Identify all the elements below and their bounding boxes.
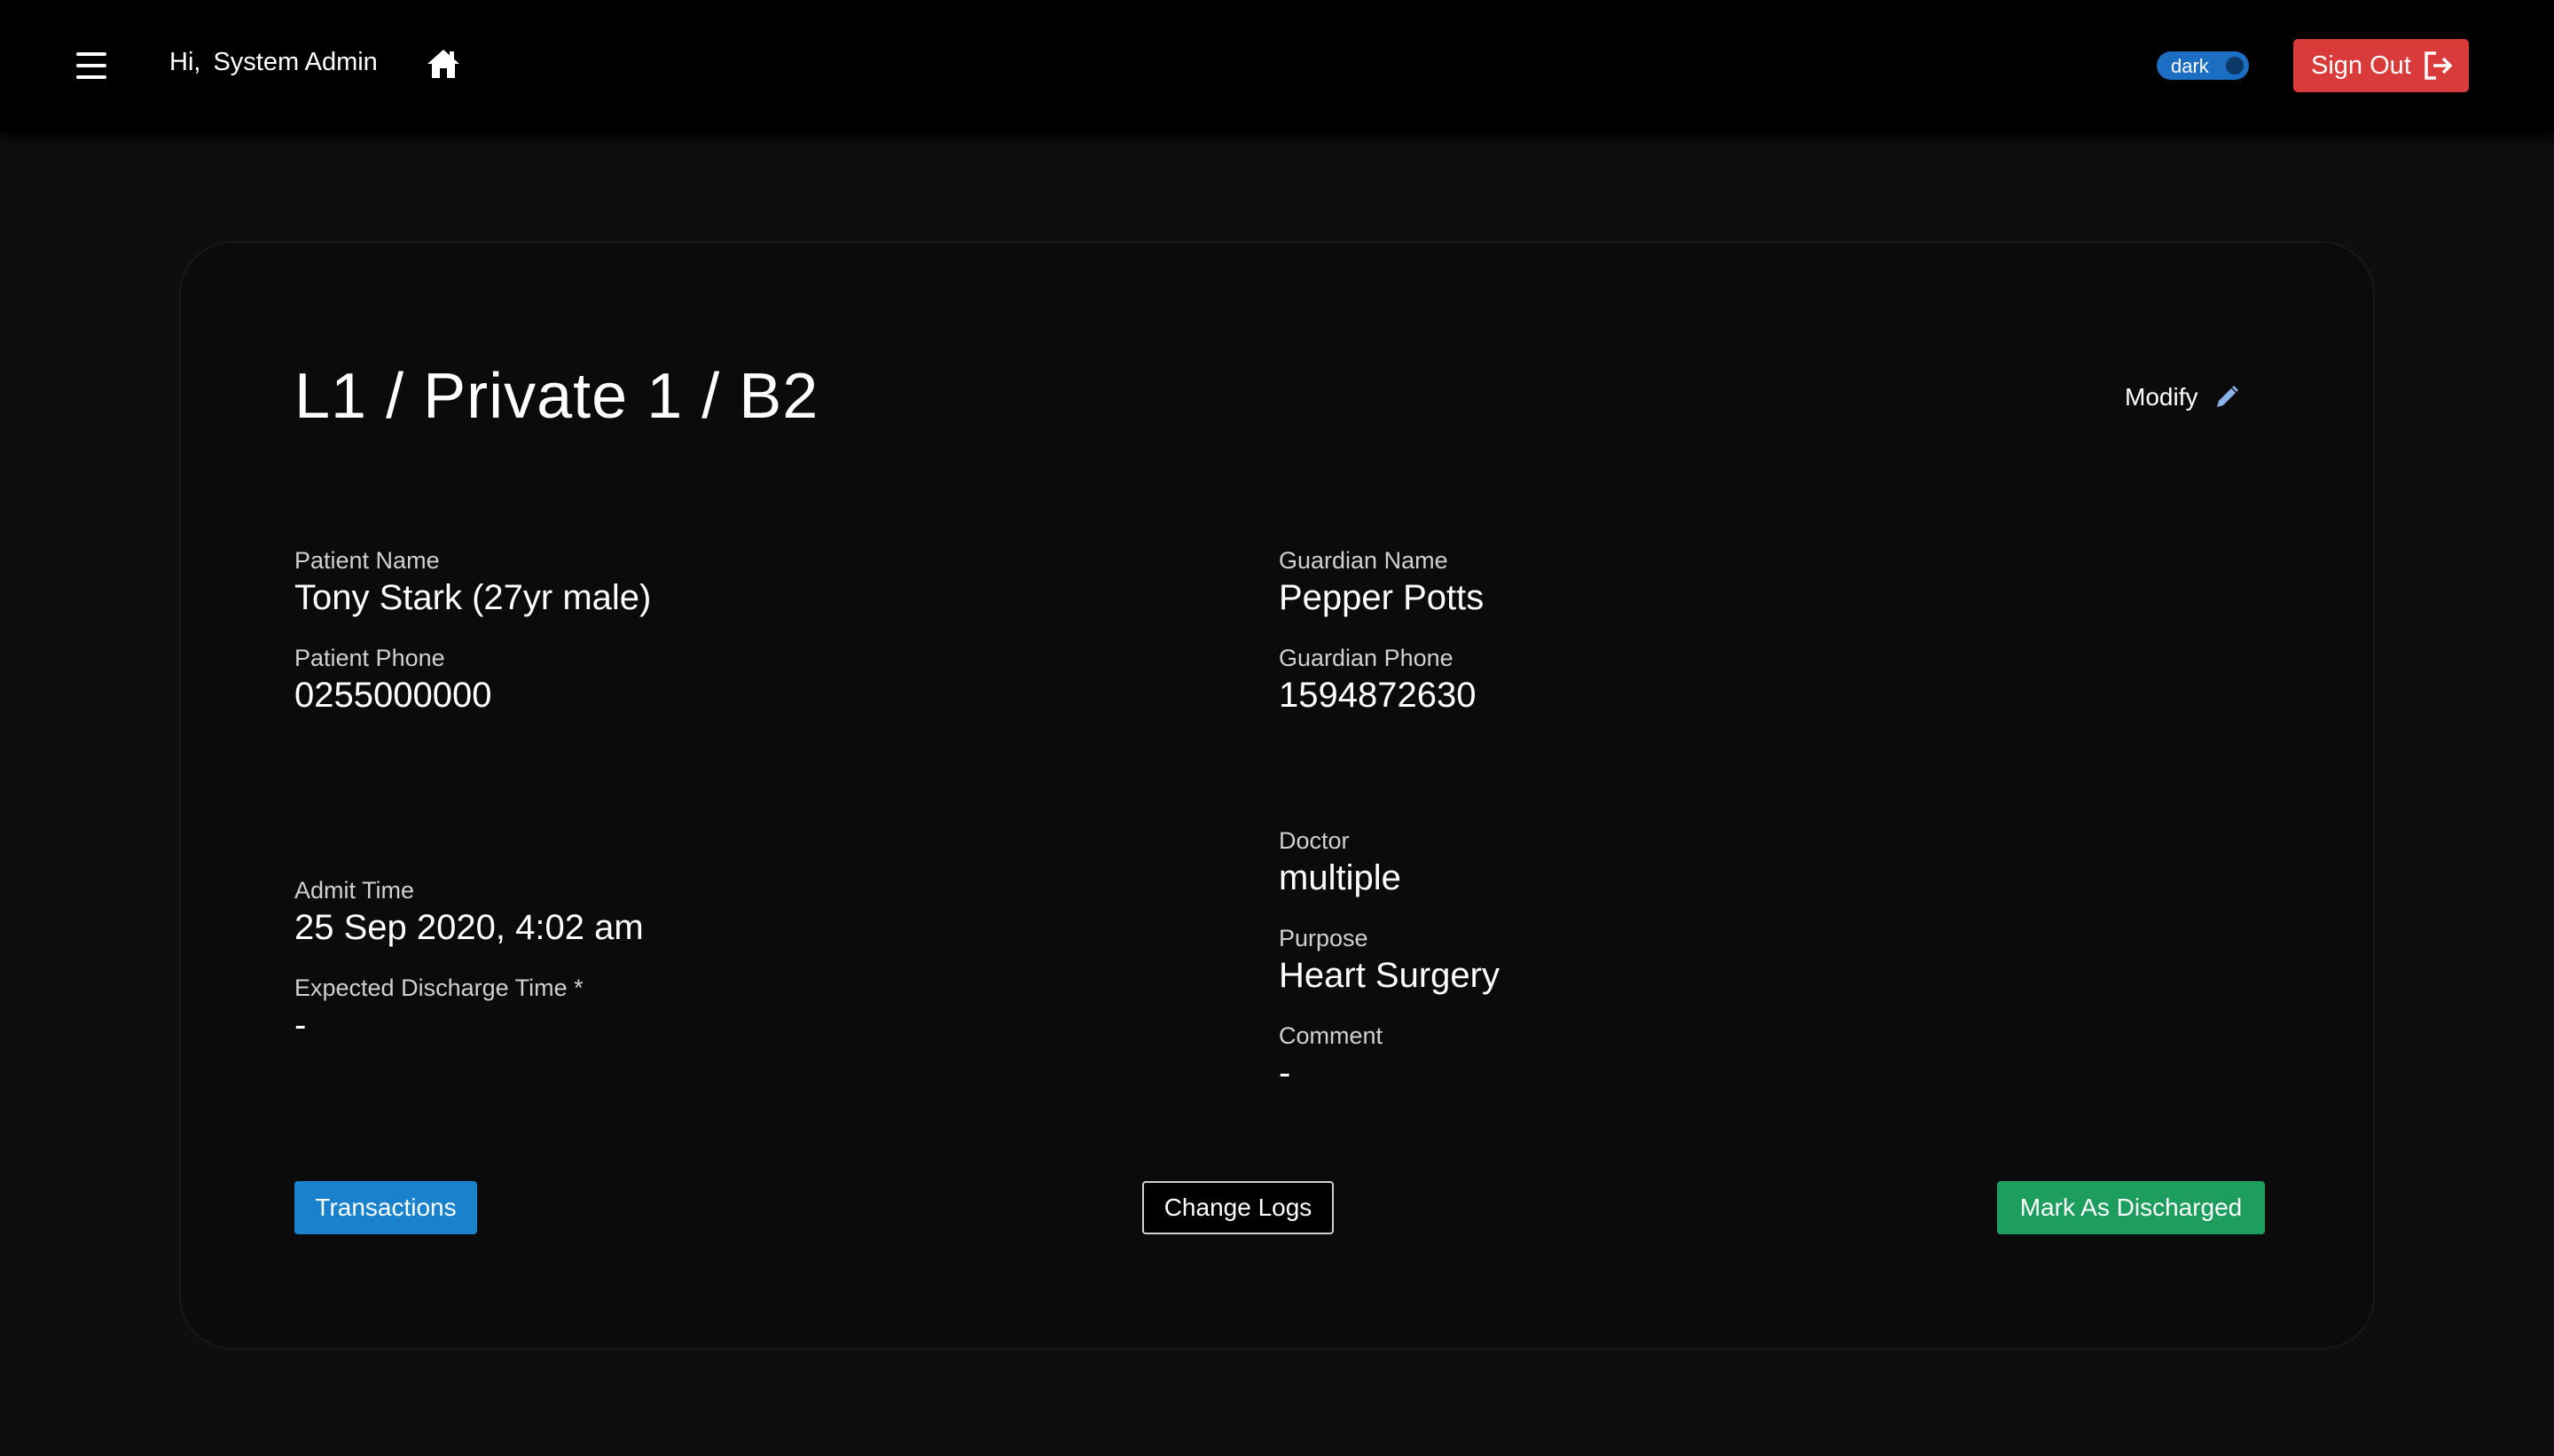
home-icon[interactable] — [426, 48, 461, 80]
top-navbar: Hi, System Admin dark Sign Out — [0, 0, 2554, 133]
change-logs-button[interactable]: Change Logs — [1142, 1181, 1334, 1234]
modify-button[interactable]: Modify — [2125, 383, 2240, 411]
guardian-name-field: Guardian Name Pepper Potts — [1279, 546, 1484, 619]
modify-label: Modify — [2125, 383, 2198, 411]
expected-discharge-label: Expected Discharge Time * — [294, 975, 584, 1001]
patient-name-value: Tony Stark (27yr male) — [294, 578, 652, 618]
toggle-knob — [2224, 55, 2245, 76]
purpose-value: Heart Surgery — [1279, 956, 1500, 996]
comment-label: Comment — [1279, 1022, 1383, 1049]
patient-name-field: Patient Name Tony Stark (27yr male) — [294, 546, 651, 619]
expected-discharge-field: Expected Discharge Time * - — [294, 974, 584, 1046]
doctor-value: multiple — [1279, 858, 1401, 898]
patient-name-label: Patient Name — [294, 547, 440, 574]
guardian-phone-field: Guardian Phone 1594872630 — [1279, 644, 1476, 716]
hamburger-menu-icon[interactable] — [76, 52, 106, 79]
comment-value: - — [1279, 1053, 1291, 1093]
sign-out-button[interactable]: Sign Out — [2293, 39, 2469, 92]
comment-field: Comment - — [1279, 1022, 1383, 1094]
sign-out-label: Sign Out — [2311, 51, 2411, 80]
theme-toggle[interactable]: dark — [2157, 51, 2249, 80]
doctor-label: Doctor — [1279, 827, 1350, 854]
admit-time-value: 25 Sep 2020, 4:02 am — [294, 908, 644, 948]
expected-discharge-value: - — [294, 1006, 307, 1045]
bed-details-card: L1 / Private 1 / B2 Modify Patient Name … — [179, 241, 2375, 1350]
guardian-name-value: Pepper Potts — [1279, 578, 1485, 618]
bed-title: L1 / Private 1 / B2 — [294, 361, 819, 432]
doctor-field: Doctor multiple — [1279, 826, 1401, 899]
pencil-icon — [2217, 386, 2239, 407]
mark-as-discharged-button[interactable]: Mark As Discharged — [1997, 1181, 2265, 1234]
theme-toggle-label: dark — [2171, 55, 2209, 77]
transactions-button[interactable]: Transactions — [294, 1181, 477, 1234]
purpose-field: Purpose Heart Surgery — [1279, 924, 1500, 997]
sign-out-icon — [2425, 51, 2453, 80]
patient-phone-label: Patient Phone — [294, 645, 445, 671]
patient-phone-field: Patient Phone 0255000000 — [294, 644, 491, 716]
guardian-phone-label: Guardian Phone — [1279, 645, 1453, 671]
guardian-phone-value: 1594872630 — [1279, 676, 1477, 716]
patient-phone-value: 0255000000 — [294, 676, 492, 716]
admit-time-label: Admit Time — [294, 877, 415, 904]
purpose-label: Purpose — [1279, 925, 1368, 951]
guardian-name-label: Guardian Name — [1279, 547, 1448, 574]
admit-time-field: Admit Time 25 Sep 2020, 4:02 am — [294, 876, 644, 949]
user-greeting: Hi, System Admin — [169, 48, 378, 77]
user-name: System Admin — [213, 48, 378, 76]
greeting-text: Hi, — [169, 48, 201, 76]
